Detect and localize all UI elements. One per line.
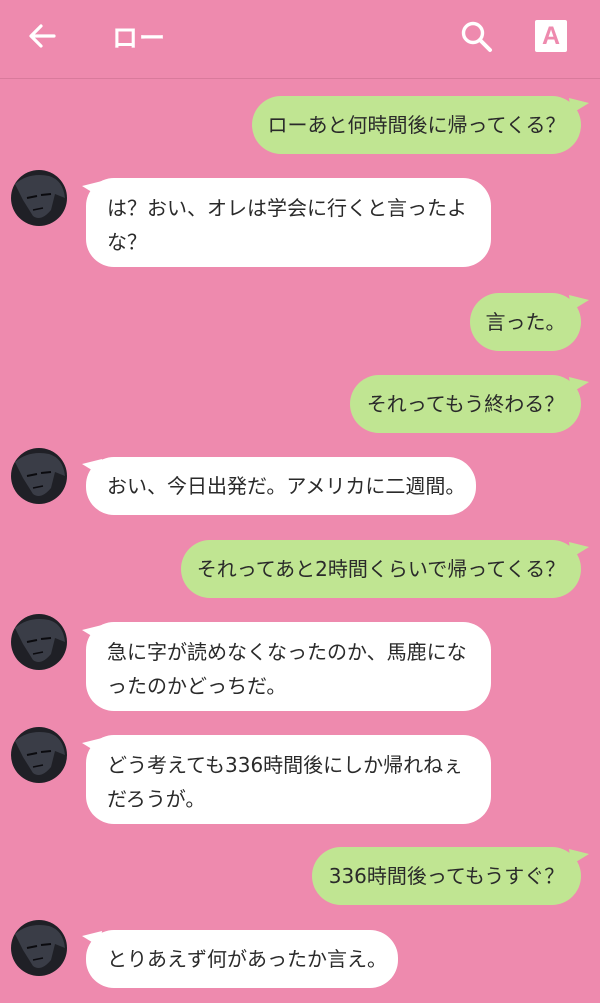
message-text: ローあと何時間後に帰ってくる？ [267, 113, 566, 137]
avatar[interactable] [11, 614, 67, 670]
message-text: 言った。 [485, 310, 566, 334]
incoming-bubble[interactable]: 急に字が読めなくなったのか、馬鹿になったのかどっちだ。 [86, 622, 491, 711]
outgoing-bubble[interactable]: ローあと何時間後に帰ってくる？ [252, 96, 581, 154]
avatar[interactable] [11, 170, 67, 226]
message-text: どう考えても336時間後にしか帰れねぇだろうが。 [107, 753, 464, 811]
chat-title: ロー [112, 24, 167, 54]
message-text: とりあえず何があったか言え。 [107, 947, 387, 971]
outgoing-bubble[interactable]: 336時間後ってもうすぐ？ [312, 847, 581, 905]
bubble-tail [569, 542, 589, 558]
bubble-tail [569, 849, 589, 865]
incoming-bubble[interactable]: おい、今日出発だ。アメリカに二週間。 [86, 457, 476, 515]
bubble-tail [569, 377, 589, 393]
message-text: 336時間後ってもうすぐ？ [328, 864, 565, 888]
bubble-tail [569, 295, 589, 311]
message-text: おい、今日出発だ。アメリカに二週間。 [107, 474, 466, 498]
chat-header: ロー A [0, 0, 600, 79]
avatar-image [11, 170, 67, 226]
avatar-image [11, 614, 67, 670]
font-size-icon[interactable]: A [535, 20, 567, 52]
message-text: は？おい、オレは学会に行くと言ったよな？ [107, 196, 467, 254]
message-text: それってもう終わる？ [366, 392, 565, 416]
back-arrow-icon[interactable] [26, 20, 58, 52]
search-icon[interactable] [460, 20, 494, 54]
avatar[interactable] [11, 727, 67, 783]
avatar[interactable] [11, 448, 67, 504]
avatar-image [11, 727, 67, 783]
outgoing-bubble[interactable]: それってあと2時間くらいで帰ってくる？ [181, 540, 581, 598]
outgoing-bubble[interactable]: それってもう終わる？ [350, 375, 581, 433]
incoming-bubble[interactable]: とりあえず何があったか言え。 [86, 930, 398, 988]
avatar[interactable] [11, 920, 67, 976]
message-text: それってあと2時間くらいで帰ってくる？ [196, 557, 566, 581]
incoming-bubble[interactable]: は？おい、オレは学会に行くと言ったよな？ [86, 178, 491, 267]
outgoing-bubble[interactable]: 言った。 [470, 293, 581, 351]
avatar-image [11, 448, 67, 504]
bubble-tail [569, 98, 589, 114]
avatar-image [11, 920, 67, 976]
message-text: 急に字が読めなくなったのか、馬鹿になったのかどっちだ。 [107, 640, 467, 698]
incoming-bubble[interactable]: どう考えても336時間後にしか帰れねぇだろうが。 [86, 735, 491, 824]
